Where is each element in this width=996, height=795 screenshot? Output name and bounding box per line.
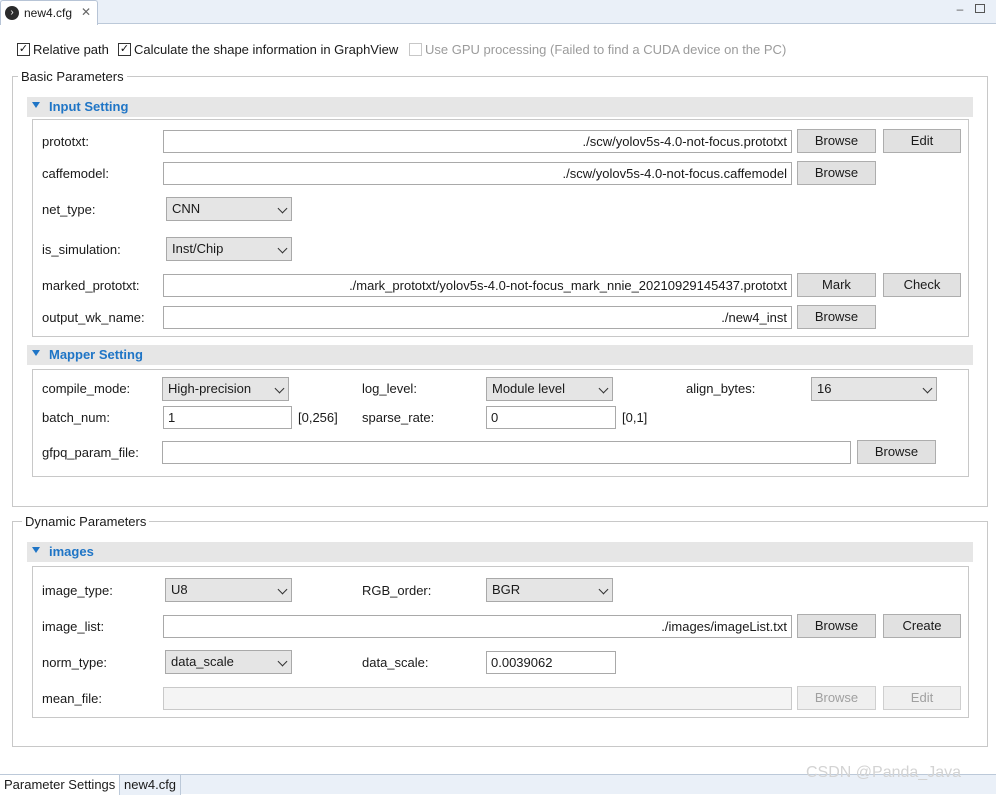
gfpq-param-file-label: gfpq_param_file: — [42, 445, 139, 460]
dynamic-parameters-legend: Dynamic Parameters — [22, 514, 150, 529]
mean-file-field[interactable] — [163, 687, 792, 710]
chevron-down-icon — [277, 584, 288, 595]
maximize-icon[interactable] — [975, 4, 985, 13]
batch-num-label: batch_num: — [42, 410, 110, 425]
watermark: CSDN @Panda_Java — [806, 764, 961, 781]
chevron-down-icon — [598, 383, 609, 394]
mapper-setting-header[interactable]: Mapper Setting — [27, 345, 973, 365]
check-button[interactable]: Check — [883, 273, 961, 297]
sparse-rate-input[interactable]: 0 — [486, 406, 616, 429]
align-bytes-value: 16 — [817, 381, 832, 396]
editor-tab-new4-cfg[interactable]: › new4.cfg ✕ — [0, 0, 98, 25]
mean-file-edit-button[interactable]: Edit — [883, 686, 961, 710]
align-bytes-select[interactable]: 16 — [811, 377, 937, 401]
batch-num-range: [0,256] — [298, 410, 338, 425]
image-type-label: image_type: — [42, 583, 113, 598]
marked-prototxt-label: marked_prototxt: — [42, 278, 140, 293]
chevron-down-icon — [277, 203, 288, 214]
file-icon: › — [5, 6, 19, 20]
chevron-down-icon — [598, 584, 609, 595]
image-type-value: U8 — [171, 582, 188, 597]
net-type-label: net_type: — [42, 202, 96, 217]
tab-new4-cfg[interactable]: new4.cfg — [120, 775, 182, 795]
is-simulation-value: Inst/Chip — [172, 241, 224, 256]
gfpq-param-file-field[interactable] — [162, 441, 851, 464]
caffemodel-label: caffemodel: — [42, 166, 109, 181]
chevron-down-icon — [277, 656, 288, 667]
relative-path-label: Relative path — [33, 42, 109, 57]
mark-button[interactable]: Mark — [797, 273, 876, 297]
use-gpu-label: Use GPU processing (Failed to find a CUD… — [425, 42, 787, 57]
norm-type-label: norm_type: — [42, 655, 108, 670]
mapper-setting-title: Mapper Setting — [49, 347, 143, 362]
images-title: images — [49, 544, 94, 559]
norm-type-select[interactable]: data_scale — [165, 650, 292, 674]
minimize-icon[interactable]: – — [953, 3, 967, 17]
mean-file-browse-button[interactable]: Browse — [797, 686, 876, 710]
close-icon[interactable]: ✕ — [81, 5, 91, 19]
caffemodel-field[interactable]: ./scw/yolov5s-4.0-not-focus.caffemodel — [163, 162, 792, 185]
sparse-rate-label: sparse_rate: — [362, 410, 435, 425]
sparse-rate-range: [0,1] — [622, 410, 648, 425]
prototxt-edit-button[interactable]: Edit — [883, 129, 961, 153]
align-bytes-label: align_bytes: — [686, 381, 756, 396]
editor-tab-bar — [0, 0, 996, 24]
output-wk-browse-button[interactable]: Browse — [797, 305, 876, 329]
chevron-down-icon — [32, 350, 40, 356]
prototxt-label: prototxt: — [42, 134, 89, 149]
editor-tab-title: new4.cfg — [24, 6, 73, 20]
use-gpu-checkbox[interactable] — [409, 43, 422, 56]
image-list-browse-button[interactable]: Browse — [797, 614, 876, 638]
compile-mode-label: compile_mode: — [42, 381, 131, 396]
rgb-order-select[interactable]: BGR — [486, 578, 613, 602]
norm-type-value: data_scale — [171, 654, 234, 669]
net-type-select[interactable]: CNN — [166, 197, 292, 221]
chevron-down-icon — [274, 383, 285, 394]
rgb-order-value: BGR — [492, 582, 521, 597]
compile-mode-value: High-precision — [168, 381, 252, 396]
image-list-create-button[interactable]: Create — [883, 614, 961, 638]
calc-shape-checkbox[interactable]: ✓ — [118, 43, 131, 56]
prototxt-browse-button[interactable]: Browse — [797, 129, 876, 153]
is-simulation-label: is_simulation: — [42, 242, 121, 257]
input-setting-title: Input Setting — [49, 99, 129, 114]
data-scale-input[interactable]: 0.0039062 — [486, 651, 616, 674]
rgb-order-label: RGB_order: — [362, 583, 432, 598]
log-level-label: log_level: — [362, 381, 417, 396]
compile-mode-select[interactable]: High-precision — [162, 377, 289, 401]
relative-path-checkbox[interactable]: ✓ — [17, 43, 30, 56]
output-wk-name-label: output_wk_name: — [42, 310, 145, 325]
images-header[interactable]: images — [27, 542, 973, 562]
output-wk-name-field[interactable]: ./new4_inst — [163, 306, 792, 329]
image-type-select[interactable]: U8 — [165, 578, 292, 602]
chevron-down-icon — [277, 243, 288, 254]
gfpq-browse-button[interactable]: Browse — [857, 440, 936, 464]
chevron-down-icon — [922, 383, 933, 394]
marked-prototxt-field[interactable]: ./mark_prototxt/yolov5s-4.0-not-focus_ma… — [163, 274, 792, 297]
chevron-down-icon — [32, 102, 40, 108]
tab-parameter-settings[interactable]: Parameter Settings — [0, 775, 121, 795]
log-level-select[interactable]: Module level — [486, 377, 613, 401]
batch-num-input[interactable]: 1 — [163, 406, 292, 429]
calc-shape-label: Calculate the shape information in Graph… — [134, 42, 399, 57]
prototxt-field[interactable]: ./scw/yolov5s-4.0-not-focus.prototxt — [163, 130, 792, 153]
caffemodel-browse-button[interactable]: Browse — [797, 161, 876, 185]
image-list-field[interactable]: ./images/imageList.txt — [163, 615, 792, 638]
input-setting-header[interactable]: Input Setting — [27, 97, 973, 117]
chevron-down-icon — [32, 547, 40, 553]
net-type-value: CNN — [172, 201, 201, 216]
basic-parameters-legend: Basic Parameters — [18, 69, 127, 84]
image-list-label: image_list: — [42, 619, 105, 634]
mean-file-label: mean_file: — [42, 691, 102, 706]
log-level-value: Module level — [492, 381, 565, 396]
data-scale-label: data_scale: — [362, 655, 429, 670]
is-simulation-select[interactable]: Inst/Chip — [166, 237, 292, 261]
